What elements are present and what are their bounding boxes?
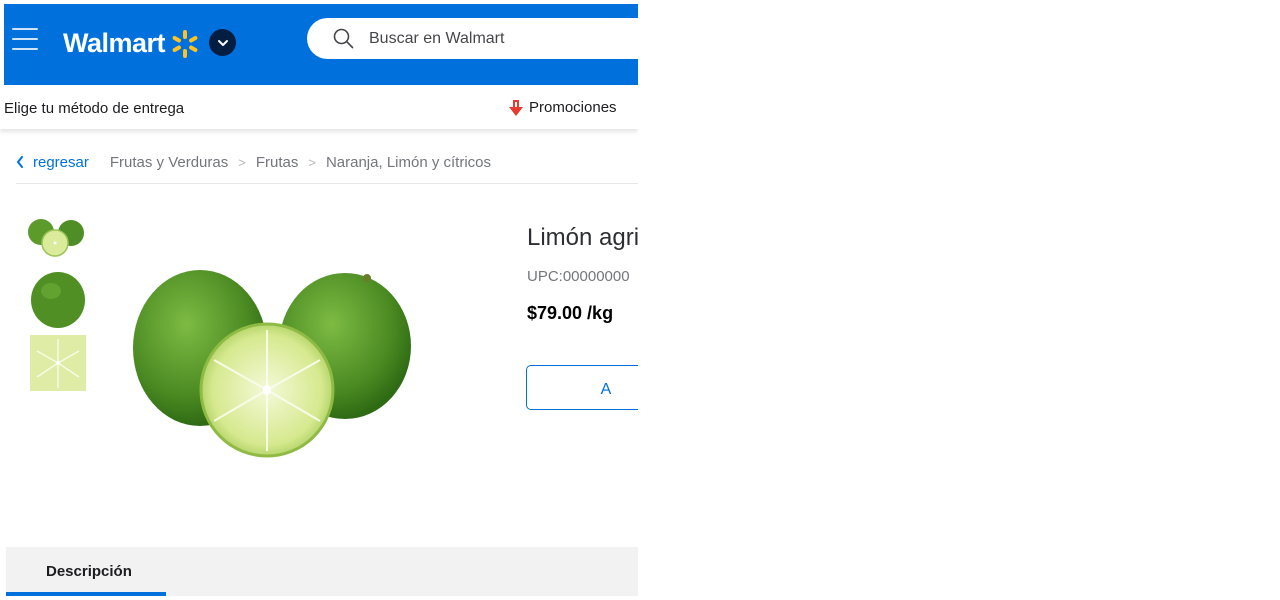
chevron-left-icon: [17, 156, 23, 168]
product-main-image[interactable]: [120, 258, 420, 468]
back-label: regresar: [33, 153, 89, 171]
product-upc: UPC:00000000: [527, 268, 630, 285]
add-to-cart-button[interactable]: A: [526, 365, 638, 410]
chevron-down-icon: [217, 39, 228, 46]
search-icon[interactable]: [333, 28, 354, 49]
search-input[interactable]: [369, 18, 629, 59]
menu-icon[interactable]: [12, 28, 38, 50]
spark-icon: [172, 30, 198, 58]
delivery-bar: Elige tu método de entrega Promociones: [0, 85, 638, 129]
walmart-logo[interactable]: Walmart: [63, 26, 200, 60]
product-price: $79.00 /kg: [527, 303, 614, 323]
search-bar[interactable]: [307, 18, 638, 59]
product-title: Limón agri: [527, 224, 638, 251]
breadcrumb-item-frutas-y-verduras[interactable]: Frutas y Verduras: [110, 154, 228, 171]
product-tabs: Descripción: [6, 547, 638, 596]
thumbnail-image-2[interactable]: [27, 269, 87, 329]
brand-name: Walmart: [63, 27, 166, 58]
back-link[interactable]: regresar: [16, 154, 89, 171]
thumbnail-image-1[interactable]: [27, 213, 87, 259]
promotions-link[interactable]: Promociones: [509, 99, 617, 116]
breadcrumb-separator: >: [238, 154, 246, 170]
tab-active-indicator: [6, 592, 166, 596]
thumbnail-image-3[interactable]: [27, 333, 87, 393]
delivery-method-link[interactable]: Elige tu método de entrega: [4, 100, 184, 117]
site-header: Walmart: [4, 4, 638, 85]
breadcrumb-separator: >: [308, 154, 316, 170]
breadcrumb-item-citricos[interactable]: Naranja, Limón y cítricos: [326, 154, 491, 171]
promo-arrow-icon: [509, 99, 523, 116]
store-selector-button[interactable]: [209, 29, 236, 56]
breadcrumb-divider: [16, 183, 638, 184]
browser-viewport: Walmart Buscar en Walmart Elige tu métod…: [0, 0, 638, 600]
tab-description[interactable]: Descripción: [6, 547, 166, 596]
breadcrumb-item-frutas[interactable]: Frutas: [256, 154, 299, 171]
breadcrumb: regresar Frutas y Verduras > Frutas > Na…: [16, 152, 491, 172]
promotions-label: Promociones: [529, 99, 617, 116]
tab-description-label: Descripción: [46, 563, 132, 580]
